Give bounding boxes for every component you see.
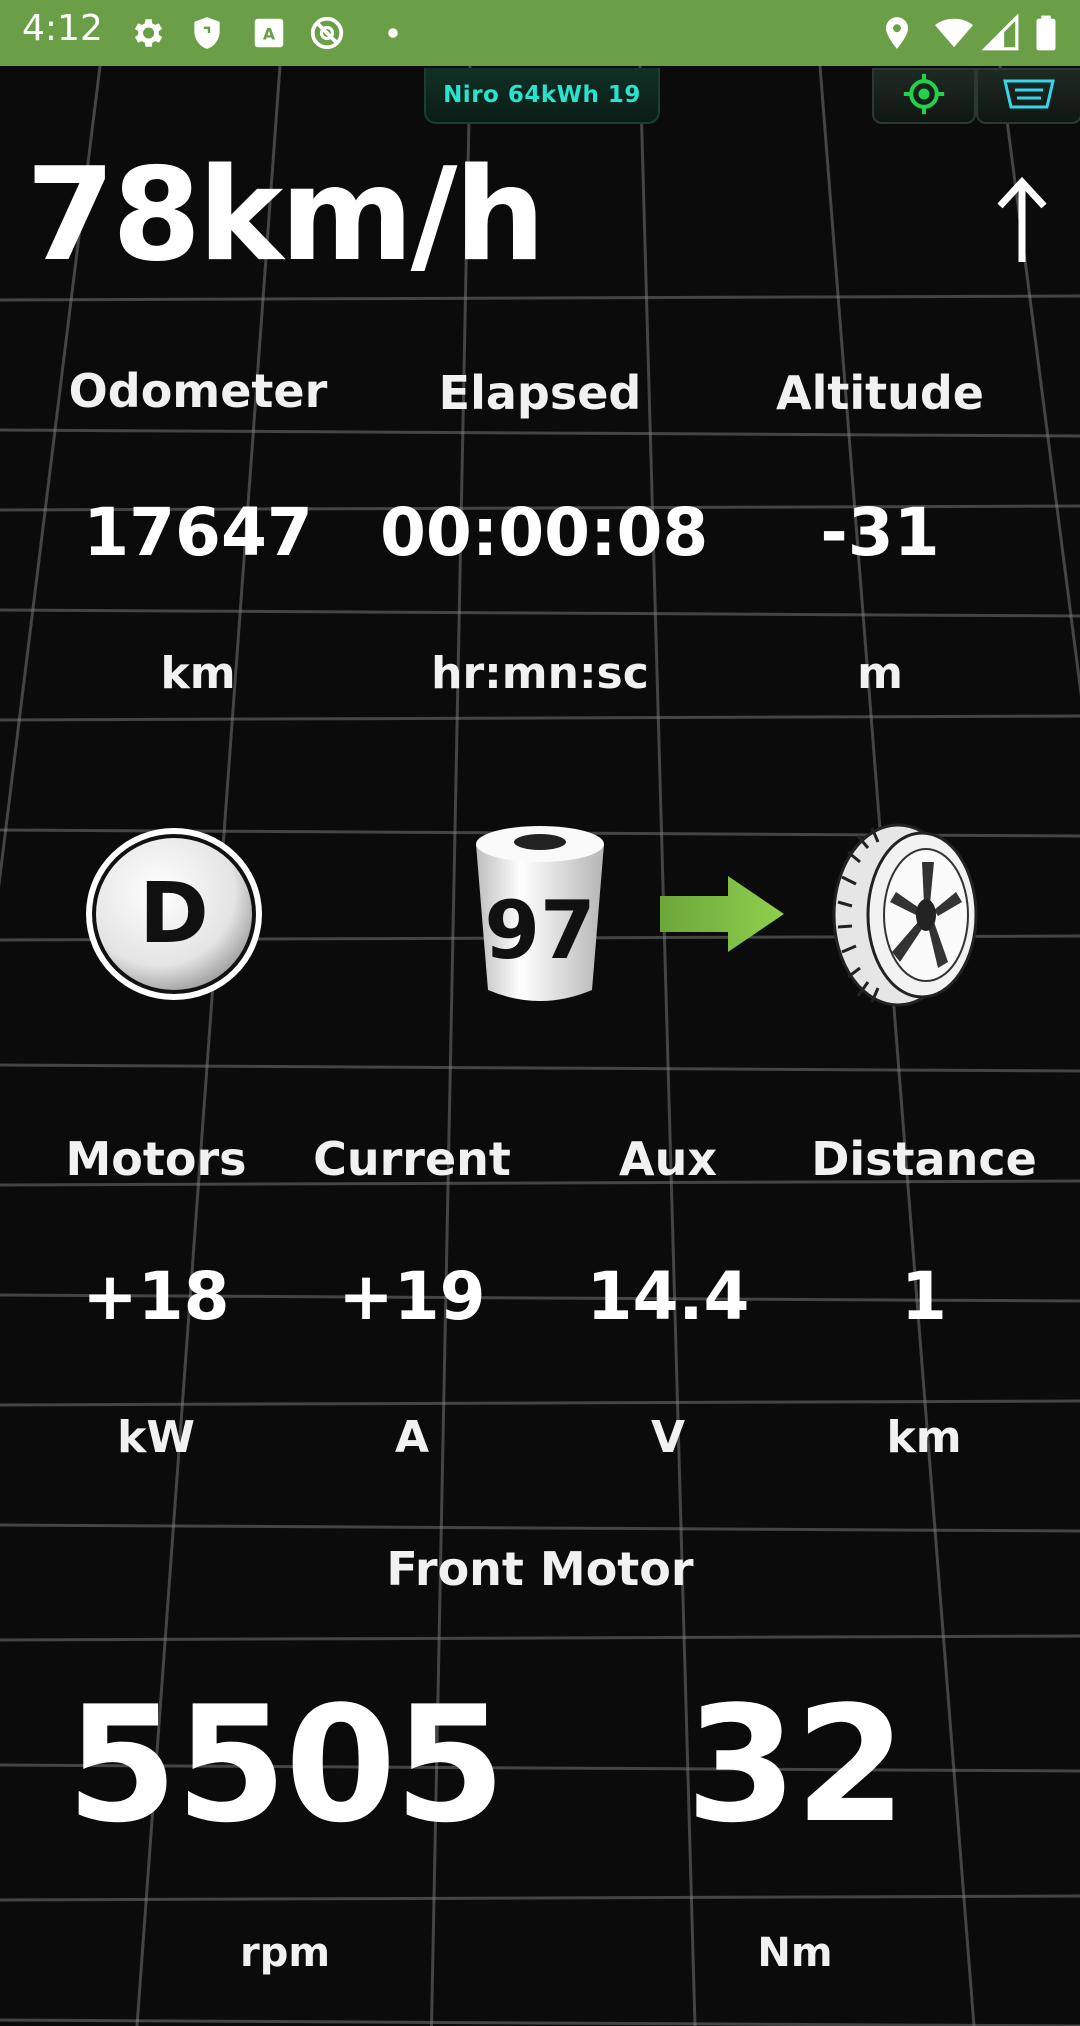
signal-icon (981, 13, 1020, 52)
front-motor-title: Front Motor (386, 1542, 694, 1596)
motors-unit: kW (117, 1412, 195, 1463)
current-value: +19 (338, 1258, 486, 1335)
odometer-label: Odometer (68, 364, 328, 418)
status-time: 4:12 (22, 8, 103, 49)
gps-target-icon (902, 72, 946, 120)
elapsed-label: Elapsed (438, 366, 642, 420)
gear-indicator: D (84, 826, 264, 1006)
distance-label: Distance (811, 1132, 1037, 1186)
vehicle-label[interactable]: Niro 64kWh 19 (424, 68, 660, 124)
odometer-unit: km (160, 648, 236, 699)
elapsed-unit: hr:mn:sc (431, 648, 649, 699)
status-bar: 4:12 A (0, 0, 1080, 66)
altitude-unit: m (857, 648, 903, 699)
motors-value: +18 (82, 1258, 230, 1335)
dot-icon (374, 14, 412, 52)
battery-soc-value: 97 (484, 884, 595, 977)
altitude-value: -31 (820, 494, 940, 571)
current-unit: A (394, 1412, 430, 1463)
battery-icon (1034, 14, 1072, 52)
app-icon: A (250, 14, 288, 52)
gps-target-button[interactable] (872, 68, 976, 124)
odometer-value: 17647 (83, 494, 313, 571)
aux-label: Aux (618, 1132, 718, 1186)
distance-value: 1 (901, 1258, 947, 1335)
wifi-icon (934, 14, 973, 52)
tire-icon (830, 822, 980, 1012)
torque-unit: Nm (757, 1930, 833, 1976)
motors-label: Motors (65, 1132, 247, 1186)
up-arrow-icon (992, 176, 1052, 270)
current-label: Current (313, 1132, 511, 1186)
no-route-icon (308, 14, 346, 52)
rpm-unit: rpm (239, 1930, 331, 1976)
svg-text:A: A (263, 24, 276, 43)
distance-unit: km (886, 1412, 962, 1463)
obd-connector-icon (1001, 77, 1057, 115)
shield-icon (188, 14, 226, 52)
location-icon (878, 14, 916, 52)
rpm-value: 5505 (66, 1671, 505, 1858)
torque-value: 32 (685, 1671, 907, 1858)
altitude-label: Altitude (776, 366, 984, 420)
aux-unit: V (650, 1412, 686, 1463)
battery-soc-icon: 97 (470, 820, 610, 1014)
elapsed-value: 00:00:08 (380, 494, 709, 571)
aux-value: 14.4 (586, 1258, 750, 1335)
speed-readout: 78km/h (26, 141, 545, 290)
settings-icon (128, 14, 166, 52)
power-flow-arrow-icon (658, 874, 786, 958)
gear-letter: D (139, 864, 209, 962)
obd-connection-button[interactable] (976, 68, 1080, 124)
